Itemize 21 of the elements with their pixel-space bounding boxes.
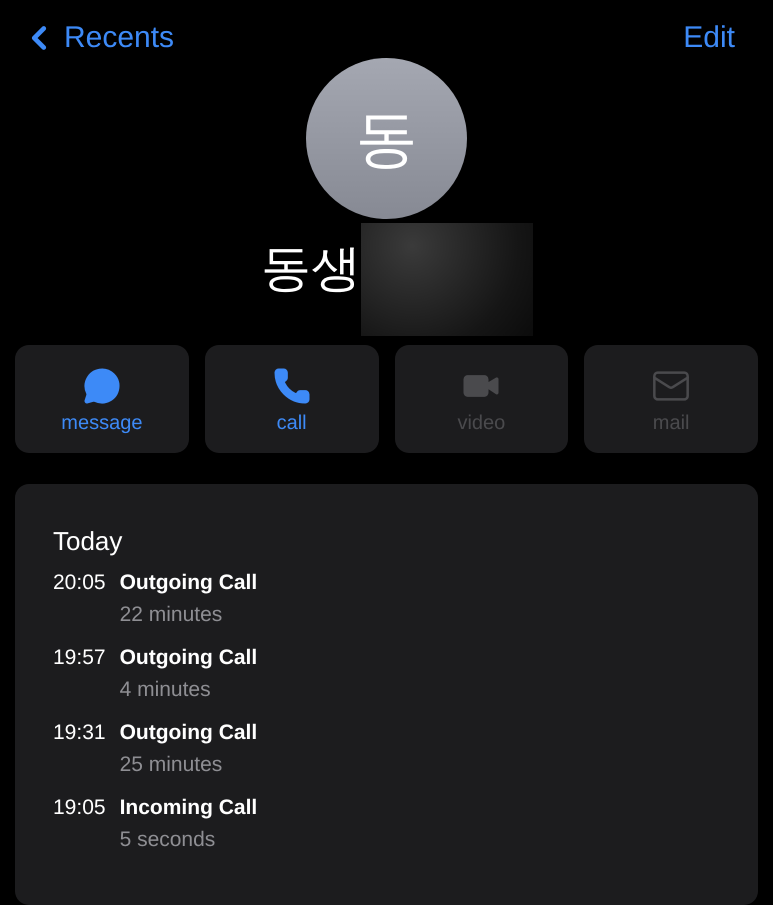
edit-button[interactable]: Edit (683, 21, 735, 55)
call-type: Outgoing Call (120, 571, 258, 595)
section-heading: Today (53, 526, 124, 557)
call-time: 19:57 (53, 646, 106, 670)
call-type: Incoming Call (120, 796, 258, 820)
call-type: Outgoing Call (120, 721, 258, 745)
call-button[interactable]: call (204, 345, 378, 453)
contact-avatar: 동 (306, 58, 467, 219)
call-type: Outgoing Call (120, 646, 258, 670)
call-time: 20:05 (53, 571, 106, 595)
call-time: 19:31 (53, 721, 106, 745)
contact-name: 동생 (261, 239, 361, 298)
call-duration: 5 seconds (120, 828, 216, 852)
back-button[interactable]: Recents (20, 19, 174, 57)
call-time: 19:05 (53, 796, 106, 820)
call-duration: 22 minutes (120, 603, 224, 627)
call-duration: 4 minutes (120, 678, 212, 702)
message-button[interactable]: message (15, 345, 189, 453)
chat-bubble-icon (82, 366, 122, 406)
phone-icon (272, 366, 312, 406)
call-duration: 25 minutes (120, 753, 224, 777)
